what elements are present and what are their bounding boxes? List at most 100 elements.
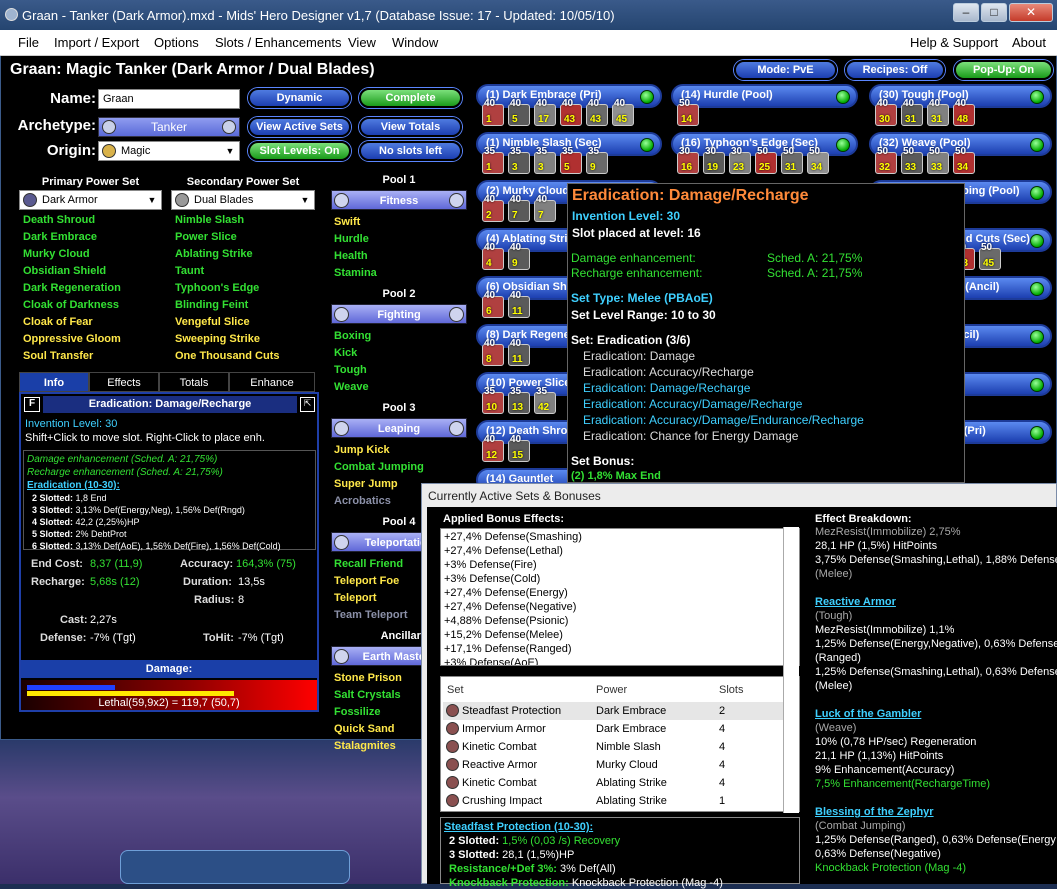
power-item[interactable]: Acrobatics bbox=[334, 493, 391, 510]
set-link[interactable]: Eradication (10-30): bbox=[27, 480, 120, 491]
secondary-set-select[interactable]: Dual Blades ▼ bbox=[171, 190, 315, 210]
applied-bonus-item[interactable]: +27,4% Defense(Smashing) bbox=[444, 531, 582, 543]
menu-import-export[interactable]: Import / Export bbox=[54, 35, 139, 50]
power-item[interactable]: Boxing bbox=[334, 328, 371, 345]
applied-bonus-item[interactable]: +3% Defense(AoE) bbox=[444, 657, 538, 665]
power-item[interactable]: Stone Prison bbox=[334, 670, 402, 687]
power-item[interactable]: Dark Regeneration bbox=[23, 280, 168, 297]
complete-button[interactable]: Complete bbox=[359, 88, 462, 108]
table-row[interactable]: Kinetic Combat Ablating Strike 4 bbox=[443, 774, 783, 792]
applied-bonus-item[interactable]: +27,4% Defense(Energy) bbox=[444, 587, 568, 599]
recipes-button[interactable]: Recipes: Off bbox=[845, 60, 945, 80]
power-item[interactable]: Sweeping Strike bbox=[175, 331, 320, 348]
menu-view[interactable]: View bbox=[348, 35, 376, 50]
power-item[interactable]: Blinding Feint bbox=[175, 297, 320, 314]
menu-file[interactable]: File bbox=[18, 35, 39, 50]
table-row[interactable]: Reactive Armor Murky Cloud 4 bbox=[443, 756, 783, 774]
menu-options[interactable]: Options bbox=[154, 35, 199, 50]
table-row[interactable]: Steadfast Protection Dark Embrace 2 bbox=[443, 702, 783, 720]
col-power[interactable]: Power bbox=[596, 684, 627, 696]
power-item[interactable]: Kick bbox=[334, 345, 357, 362]
applied-bonus-item[interactable]: +17,1% Defense(Ranged) bbox=[444, 643, 572, 655]
breakdown-set-link[interactable]: Reactive Armor bbox=[815, 596, 896, 608]
power-item[interactable]: Vengeful Slice bbox=[175, 314, 320, 331]
col-set[interactable]: Set bbox=[447, 684, 464, 696]
power-item[interactable]: Health bbox=[334, 248, 368, 265]
primary-set-select[interactable]: Dark Armor ▼ bbox=[19, 190, 162, 210]
power-item[interactable]: Teleport bbox=[334, 590, 377, 607]
maximize-button[interactable]: □ bbox=[981, 3, 1007, 22]
power-item[interactable]: Death Shroud bbox=[23, 212, 168, 229]
float-button[interactable]: F bbox=[24, 397, 40, 412]
power-item[interactable]: Weave bbox=[334, 379, 369, 396]
slot-levels-button[interactable]: Slot Levels: On bbox=[248, 141, 351, 161]
col-slots[interactable]: Slots bbox=[719, 684, 743, 696]
table-row[interactable]: Crushing Impact Ablating Strike 1 bbox=[443, 792, 783, 810]
power-item[interactable]: Power Slice bbox=[175, 229, 320, 246]
power-item[interactable]: Taunt bbox=[175, 263, 320, 280]
pool-select[interactable]: Leaping bbox=[331, 418, 467, 438]
power-item[interactable]: Combat Jumping bbox=[334, 459, 424, 476]
power-item[interactable]: Recall Friend bbox=[334, 556, 403, 573]
breakdown-set-link[interactable]: Luck of the Gambler bbox=[815, 708, 921, 720]
applied-bonus-item[interactable]: +15,2% Defense(Melee) bbox=[444, 629, 563, 641]
power-item[interactable]: Team Teleport bbox=[334, 607, 408, 624]
table-row[interactable]: Impervium Armor Dark Embrace 4 bbox=[443, 720, 783, 738]
pool-select[interactable]: Fitness bbox=[331, 190, 467, 210]
origin-select[interactable]: Magic ▼ bbox=[98, 141, 240, 161]
popup-button[interactable]: Pop-Up: On bbox=[954, 60, 1053, 80]
menu-slots-enhancements[interactable]: Slots / Enhancements bbox=[215, 35, 341, 50]
tab-info[interactable]: Info bbox=[19, 372, 89, 392]
power-item[interactable]: Dark Embrace bbox=[23, 229, 168, 246]
pool-select[interactable]: Fighting bbox=[331, 304, 467, 324]
power-item[interactable]: Cloak of Darkness bbox=[23, 297, 168, 314]
power-item[interactable]: Typhoon's Edge bbox=[175, 280, 320, 297]
name-input[interactable]: Graan bbox=[98, 89, 240, 109]
menu-help-support[interactable]: Help & Support bbox=[910, 35, 998, 50]
menu-window[interactable]: Window bbox=[392, 35, 438, 50]
power-item[interactable]: Cloak of Fear bbox=[23, 314, 168, 331]
power-item[interactable]: Teleport Foe bbox=[334, 573, 399, 590]
power-item[interactable]: Nimble Slash bbox=[175, 212, 320, 229]
dynamic-button[interactable]: Dynamic bbox=[248, 88, 351, 108]
menu-about[interactable]: About bbox=[1012, 35, 1046, 50]
power-item[interactable]: Soul Transfer bbox=[23, 348, 168, 365]
applied-bonus-item[interactable]: +4,88% Defense(Psionic) bbox=[444, 615, 568, 627]
breakdown-set-link[interactable]: Blessing of the Zephyr bbox=[815, 806, 934, 818]
breakdown-scrollbar[interactable] bbox=[783, 527, 799, 813]
power-item[interactable]: Super Jump bbox=[334, 476, 398, 493]
applied-bonus-item[interactable]: +3% Defense(Cold) bbox=[444, 573, 540, 585]
table-row[interactable]: Kinetic Combat Nimble Slash 4 bbox=[443, 738, 783, 756]
archetype-select[interactable]: Tanker bbox=[98, 117, 240, 137]
power-item[interactable]: Murky Cloud bbox=[23, 246, 168, 263]
close-button[interactable]: ✕ bbox=[1009, 3, 1053, 22]
power-item[interactable]: Stalagmites bbox=[334, 738, 396, 755]
applied-bonus-list[interactable]: +27,4% Defense(Smashing) +27,4% Defense(L… bbox=[440, 528, 800, 666]
tab-enhance[interactable]: Enhance bbox=[229, 372, 315, 392]
power-item[interactable]: Ablating Strike bbox=[175, 246, 320, 263]
mode-button[interactable]: Mode: PvE bbox=[734, 60, 837, 80]
expand-icon[interactable]: ⇱ bbox=[300, 397, 315, 412]
power-slot[interactable]: (14) Hurdle (Pool) bbox=[671, 84, 858, 108]
set-detail-link[interactable]: Steadfast Protection (10-30): bbox=[444, 821, 593, 833]
power-item[interactable]: Hurdle bbox=[334, 231, 369, 248]
applied-bonus-item[interactable]: +3% Defense(Fire) bbox=[444, 559, 537, 571]
view-active-sets-button[interactable]: View Active Sets bbox=[248, 117, 351, 137]
applied-bonus-item[interactable]: +27,4% Defense(Negative) bbox=[444, 601, 576, 613]
power-item[interactable]: Jump Kick bbox=[334, 442, 390, 459]
power-item[interactable]: Obsidian Shield bbox=[23, 263, 168, 280]
power-item[interactable]: Tough bbox=[334, 362, 367, 379]
minimize-button[interactable]: – bbox=[953, 3, 979, 22]
power-item[interactable]: Stamina bbox=[334, 265, 377, 282]
no-slots-left-button[interactable]: No slots left bbox=[359, 141, 462, 161]
power-item[interactable]: Salt Crystals bbox=[334, 687, 401, 704]
applied-bonus-item[interactable]: +27,4% Defense(Lethal) bbox=[444, 545, 563, 557]
tab-effects[interactable]: Effects bbox=[89, 372, 159, 392]
view-totals-button[interactable]: View Totals bbox=[359, 117, 462, 137]
tab-totals[interactable]: Totals bbox=[159, 372, 229, 392]
power-item[interactable]: Quick Sand bbox=[334, 721, 395, 738]
power-item[interactable]: One Thousand Cuts bbox=[175, 348, 320, 365]
power-item[interactable]: Fossilize bbox=[334, 704, 380, 721]
power-item[interactable]: Oppressive Gloom bbox=[23, 331, 168, 348]
power-item[interactable]: Swift bbox=[334, 214, 360, 231]
